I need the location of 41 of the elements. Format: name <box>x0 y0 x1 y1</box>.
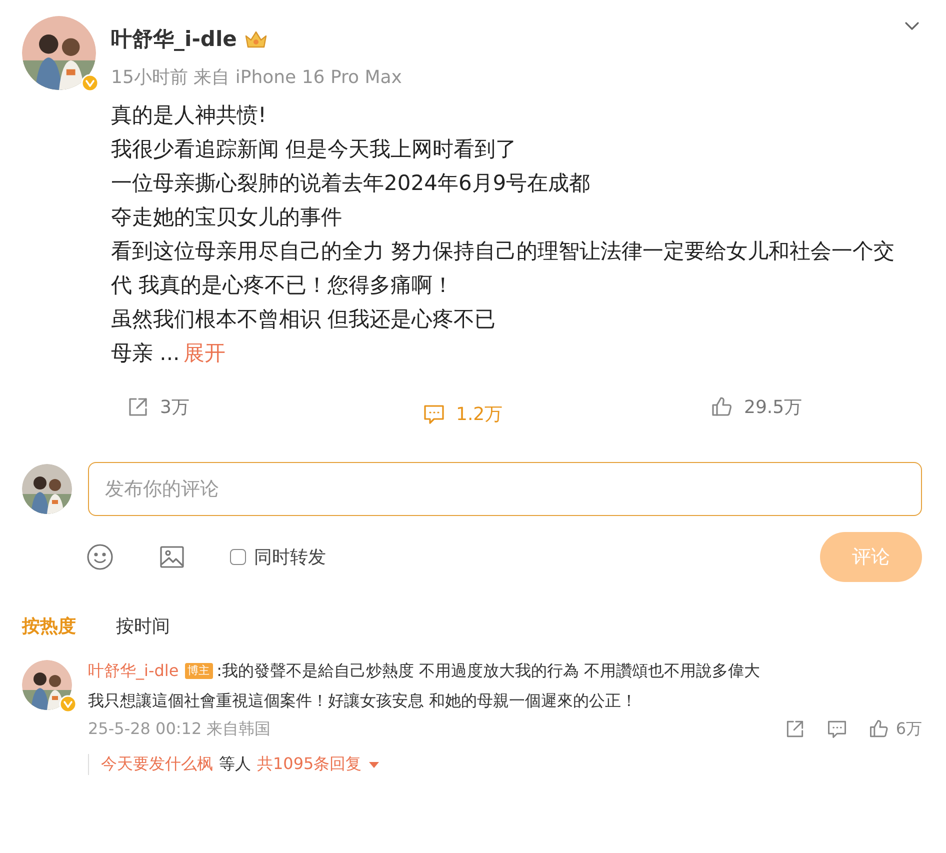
reply-author-link[interactable]: 今天要发什么枫 <box>101 754 213 775</box>
like-button[interactable]: 6万 <box>868 718 922 740</box>
image-button[interactable] <box>158 543 186 571</box>
post-text: 我很少看追踪新闻 但是今天我上网时看到了 <box>111 136 518 163</box>
post-meta: 15小时前 来自 iPhone 16 Pro Max <box>111 66 403 89</box>
comment-button[interactable]: 1.2万 <box>422 402 710 424</box>
like-button[interactable]: 29.5万 <box>710 390 802 424</box>
author-name[interactable]: 叶舒华_i-dle <box>88 656 179 686</box>
emoji-button[interactable] <box>86 543 114 571</box>
comment-field[interactable]: 发布你的评论 <box>88 462 922 516</box>
image-icon <box>158 543 186 571</box>
checkbox-label[interactable]: 同时转发 <box>254 545 326 569</box>
thumbs-up-icon <box>868 718 890 740</box>
sort-tab[interactable]: 按热度 <box>22 608 76 644</box>
post-text: 母亲 ... <box>111 341 180 365</box>
thumbs-up-icon <box>710 395 734 419</box>
expand-link[interactable]: 展开 <box>184 341 226 365</box>
submit-button[interactable]: 评论 <box>820 532 922 582</box>
share-icon <box>126 395 150 419</box>
author-name[interactable]: 叶舒华_i-dle <box>111 25 237 53</box>
post-text: 真的是人神共愤! <box>111 102 268 129</box>
verified-badge-icon <box>59 695 77 713</box>
comment-text: :我的發聲不是給自己炒熱度 不用過度放大我的行為 不用讚頌也不用說多偉大 <box>216 660 760 682</box>
post-text: 一位母亲撕心裂肺的说着去年2024年6月9号在成都 <box>111 170 592 197</box>
replies-link[interactable]: 共1095条回复 <box>257 754 380 775</box>
sort-tab[interactable]: 按时间 <box>116 608 170 644</box>
post-text: 夺走她的宝贝女儿的事件 <box>111 204 343 231</box>
comment-icon <box>826 718 848 740</box>
comment-meta: 25-5-28 00:12 来自韩国 <box>88 718 271 740</box>
verified-badge-icon <box>81 74 99 92</box>
share-button[interactable]: 3万 <box>126 390 422 424</box>
comment-icon <box>422 402 446 426</box>
author-badge: 博主 <box>184 663 213 679</box>
caret-down-icon <box>368 760 380 770</box>
comment-text: 我只想讓這個社會重視這個案件！好讓女孩安息 和她的母親一個遲來的公正！ <box>88 690 638 712</box>
checkbox[interactable] <box>230 549 246 565</box>
post-text: 虽然我们根本不曾相识 但我还是心疼不已 <box>111 306 497 333</box>
comment-button[interactable] <box>826 718 848 740</box>
post-text: 看到这位母亲用尽自己的全力 努力保持自己的理智让法律一定要给女儿和社会一个交代 我真的是心疼不已！您得多痛啊！ <box>111 238 896 299</box>
smiley-icon <box>86 543 114 571</box>
reply-summary-text: 等人 <box>219 754 251 775</box>
